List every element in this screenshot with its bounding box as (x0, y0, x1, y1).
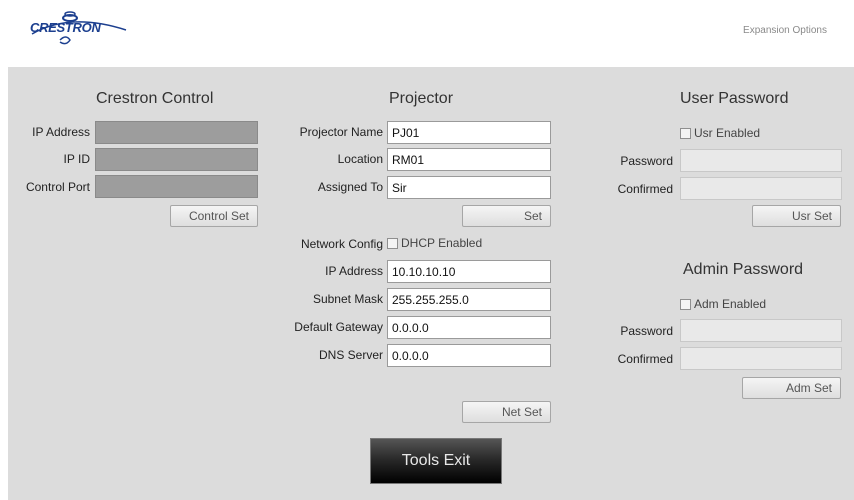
ip-address-input[interactable] (387, 260, 551, 283)
subnet-mask-label: Subnet Mask (312, 292, 383, 306)
ip-address-label: IP Address (325, 264, 383, 278)
cc-ip-address-field[interactable] (95, 121, 258, 144)
cc-control-port-label: Control Port (25, 180, 90, 194)
crestron-logo: CRESTRON (30, 6, 130, 50)
admin-password-title: Admin Password (683, 261, 804, 278)
cc-ip-address-label: IP Address (32, 125, 90, 139)
net-set-button[interactable]: Net Set (462, 401, 551, 423)
usr-password-field[interactable] (680, 149, 842, 172)
default-gateway-label: Default Gateway (294, 320, 383, 334)
adm-enabled-checkbox-wrap[interactable]: Adm Enabled (680, 297, 766, 311)
cc-ip-id-label: IP ID (63, 152, 90, 166)
set-button[interactable]: Set (462, 205, 551, 227)
subnet-mask-input[interactable] (387, 288, 551, 311)
location-input[interactable] (387, 148, 551, 171)
usr-set-button[interactable]: Usr Set (752, 205, 841, 227)
cc-control-port-field[interactable] (95, 175, 258, 198)
adm-confirmed-field[interactable] (680, 347, 842, 370)
network-config-label: Network Config (300, 237, 383, 251)
tools-exit-button[interactable]: Tools Exit (370, 438, 502, 484)
logo-text: CRESTRON (30, 20, 101, 35)
cc-ip-id-field[interactable] (95, 148, 258, 171)
usr-confirmed-field[interactable] (680, 177, 842, 200)
assigned-to-input[interactable] (387, 176, 551, 199)
projector-name-input[interactable] (387, 121, 551, 144)
location-label: Location (337, 152, 383, 166)
adm-enabled-label: Adm Enabled (694, 297, 767, 311)
default-gateway-input[interactable] (387, 316, 551, 339)
usr-enabled-checkbox-wrap[interactable]: Usr Enabled (680, 126, 760, 140)
header: CRESTRON Expansion Options (0, 0, 854, 67)
expansion-options-link[interactable]: Expansion Options (743, 25, 827, 36)
usr-password-label: Password (620, 154, 673, 168)
usr-confirmed-label: Confirmed (617, 182, 673, 196)
user-password-title: User Password (680, 90, 789, 107)
projector-name-label: Projector Name (299, 125, 383, 139)
adm-password-label: Password (620, 324, 673, 338)
projector-title: Projector (389, 90, 454, 107)
dns-server-input[interactable] (387, 344, 551, 367)
control-set-button[interactable]: Control Set (170, 205, 258, 227)
dhcp-enabled-checkbox-wrap[interactable]: DHCP Enabled (387, 236, 482, 250)
dhcp-enabled-checkbox[interactable] (387, 237, 398, 249)
usr-enabled-checkbox[interactable] (680, 127, 691, 139)
assigned-to-label: Assigned To (317, 180, 383, 194)
adm-confirmed-label: Confirmed (617, 352, 673, 366)
usr-enabled-label: Usr Enabled (694, 126, 761, 140)
dns-server-label: DNS Server (318, 348, 383, 362)
adm-password-field[interactable] (680, 319, 842, 342)
adm-set-button[interactable]: Adm Set (742, 377, 841, 399)
dhcp-enabled-label: DHCP Enabled (401, 236, 483, 250)
crestron-control-title: Crestron Control (96, 90, 214, 107)
adm-enabled-checkbox[interactable] (680, 298, 691, 310)
